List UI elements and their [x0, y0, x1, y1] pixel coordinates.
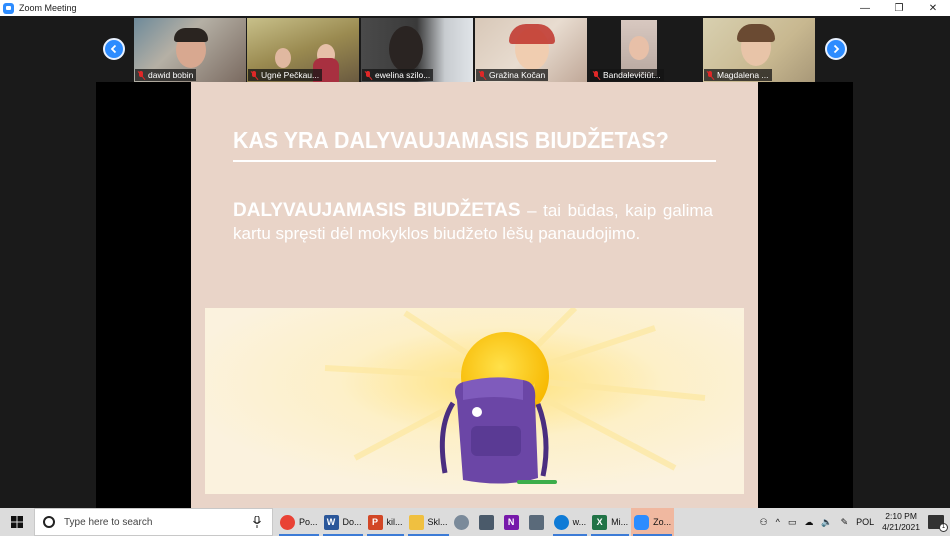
windows-logo-icon: [11, 516, 23, 528]
mic-muted-icon: [137, 70, 145, 80]
participant-name-label: Magdalena ...: [704, 69, 772, 81]
participant-name-label: dawid bobin: [135, 69, 197, 81]
shared-screen: KAS YRA DALYVAUJAMASIS BIUDŽETAS? DALYVA…: [96, 82, 853, 508]
notification-count-badge: 1: [939, 523, 948, 532]
taskbar-app-chrome[interactable]: Po...: [277, 508, 321, 536]
calculator-icon: [478, 514, 494, 530]
gallery-prev-button[interactable]: [103, 38, 125, 60]
participant-name-label: Gražina Kočan: [476, 69, 549, 81]
slide-illustration: [205, 308, 744, 494]
participant-tile[interactable]: Ugnė Pečkau...: [247, 18, 359, 82]
taskbar-search-box[interactable]: Type here to search: [34, 508, 273, 536]
mic-muted-icon: [706, 70, 714, 80]
battery-icon[interactable]: ▭: [788, 517, 797, 528]
onedrive-cloud-icon[interactable]: ☁: [804, 517, 813, 528]
taskbar-app-powerpoint[interactable]: Pkil...: [365, 508, 406, 536]
volume-icon[interactable]: 🔈: [821, 517, 832, 528]
participant-name-label: Ugnė Pečkau...: [248, 69, 323, 81]
zoom-app-icon: [3, 2, 14, 14]
pen-icon[interactable]: ✎: [841, 517, 849, 528]
word-icon: W: [323, 514, 339, 530]
input-language[interactable]: POL: [856, 517, 874, 527]
folder-icon: [408, 514, 424, 530]
taskbar-app-paint[interactable]: [451, 508, 476, 536]
participant-gallery: dawid bobin Ugnė Pečkau... ewelina szilo…: [0, 16, 950, 84]
presentation-slide: KAS YRA DALYVAUJAMASIS BIUDŽETAS? DALYVA…: [191, 82, 758, 508]
zoom-icon: [634, 514, 650, 530]
gallery-next-button[interactable]: [825, 38, 847, 60]
window-icon: [528, 514, 544, 530]
slide-term: DALYVAUJAMASIS BIUDŽETAS: [233, 200, 521, 221]
clock-date: 4/21/2021: [882, 522, 920, 532]
mic-muted-icon: [364, 70, 372, 80]
mic-muted-icon: [478, 70, 486, 80]
taskbar-app-zoom[interactable]: Zo...: [631, 508, 675, 536]
minimize-button[interactable]: —: [848, 0, 882, 16]
window-controls: — ❐ ✕: [848, 0, 950, 16]
chrome-icon: [280, 514, 295, 530]
restore-button[interactable]: ❐: [882, 0, 916, 16]
chevron-right-icon: [833, 44, 840, 54]
powerpoint-icon: P: [367, 514, 383, 530]
window-title: Zoom Meeting: [19, 3, 77, 13]
taskbar-clock[interactable]: 2:10 PM 4/21/2021: [882, 511, 920, 533]
participant-tile[interactable]: dawid bobin: [134, 18, 246, 82]
participant-tile[interactable]: Gražina Kočan: [475, 18, 587, 82]
search-placeholder: Type here to search: [64, 516, 153, 528]
windows-taskbar: Type here to search Po... W Do... Pkil...…: [0, 508, 950, 536]
taskbar-app-edge[interactable]: w...: [551, 508, 590, 536]
notification-center-icon[interactable]: 1: [928, 515, 948, 532]
taskbar-app-excel[interactable]: X Mi...: [589, 508, 631, 536]
participant-tile[interactable]: ewelina szilo...: [361, 18, 473, 82]
slide-definition: DALYVAUJAMASIS BIUDŽETAS – tai būdas, ka…: [233, 199, 713, 245]
participant-name-label: Bandalevičiūt...: [590, 69, 664, 81]
edge-icon: [553, 514, 569, 530]
taskbar-app-calculator[interactable]: [476, 508, 501, 536]
participant-tile[interactable]: Bandalevičiūt...: [589, 18, 669, 82]
microphone-icon[interactable]: [250, 516, 264, 528]
system-tray: ⚇ ^ ▭ ☁ 🔈 ✎ POL 2:10 PM 4/21/2021 1: [756, 508, 950, 536]
window-titlebar: Zoom Meeting — ❐ ✕: [0, 0, 950, 16]
lightbulb-backpack-illustration: [205, 308, 744, 494]
taskbar-apps: Po... W Do... Pkil... Skl... N w... X Mi..…: [277, 508, 675, 536]
clock-time: 2:10 PM: [885, 511, 917, 521]
chevron-left-icon: [110, 44, 117, 54]
taskbar-app-window[interactable]: [526, 508, 551, 536]
taskbar-app-explorer[interactable]: Skl...: [406, 508, 451, 536]
slide-title-underline: [233, 160, 716, 162]
participant-tile[interactable]: Magdalena ...: [703, 18, 815, 82]
taskbar-app-word[interactable]: W Do...: [321, 508, 365, 536]
cortana-icon: [43, 516, 55, 528]
meeting-area: dawid bobin Ugnė Pečkau... ewelina szilo…: [0, 16, 950, 508]
start-button[interactable]: [0, 508, 34, 536]
mic-muted-icon: [250, 70, 258, 80]
people-icon[interactable]: ⚇: [760, 517, 768, 528]
close-button[interactable]: ✕: [916, 0, 950, 16]
slide-title: KAS YRA DALYVAUJAMASIS BIUDŽETAS?: [233, 127, 669, 153]
taskbar-app-onenote[interactable]: N: [501, 508, 526, 536]
mic-muted-icon: [592, 70, 600, 80]
onenote-icon: N: [503, 514, 519, 530]
paint-icon: [453, 514, 469, 530]
show-hidden-icons-chevron-icon[interactable]: ^: [776, 517, 780, 527]
participant-name-label: ewelina szilo...: [362, 69, 434, 81]
excel-icon: X: [592, 514, 608, 530]
